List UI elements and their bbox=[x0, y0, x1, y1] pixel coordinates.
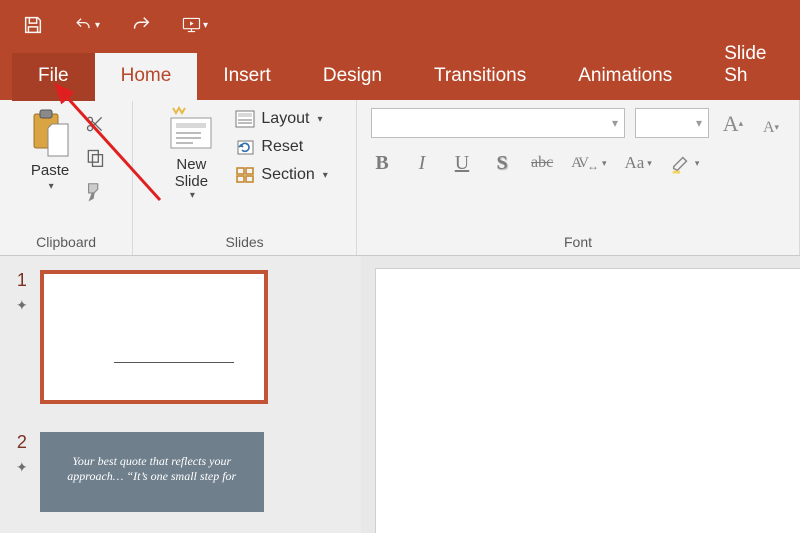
layout-label: Layout bbox=[261, 110, 309, 128]
animation-star-icon: ✦ bbox=[16, 297, 28, 314]
editor-area: 1 ✦ 2 ✦ Your best quote that reflects yo… bbox=[0, 256, 800, 533]
tab-insert[interactable]: Insert bbox=[197, 53, 297, 101]
chevron-down-icon: ▾ bbox=[49, 181, 54, 192]
layout-icon bbox=[235, 110, 255, 128]
change-case-button[interactable]: Aa▾ bbox=[624, 150, 651, 176]
tab-file[interactable]: File bbox=[12, 53, 95, 101]
chevron-down-icon: ▾ bbox=[647, 158, 652, 169]
chevron-down-icon: ▾ bbox=[602, 158, 607, 169]
italic-button[interactable]: I bbox=[411, 150, 433, 176]
redo-icon[interactable] bbox=[128, 12, 154, 38]
paste-label: Paste bbox=[31, 162, 69, 179]
thumbnail-row[interactable]: 1 ✦ bbox=[16, 270, 351, 404]
chevron-down-icon: ▾ bbox=[323, 170, 328, 181]
strikethrough-button[interactable]: abc bbox=[531, 150, 553, 176]
section-button[interactable]: Section ▾ bbox=[231, 164, 331, 186]
highlight-button[interactable]: ▾ bbox=[670, 150, 700, 176]
chevron-down-icon: ▾ bbox=[317, 114, 322, 125]
chevron-down-icon: ▾ bbox=[695, 158, 700, 169]
start-slideshow-icon[interactable]: ▾ bbox=[182, 12, 208, 38]
chevron-down-icon: ▾ bbox=[612, 116, 618, 130]
new-slide-button[interactable]: New Slide ▾ bbox=[157, 106, 225, 201]
section-icon bbox=[235, 166, 255, 184]
paintbrush-icon bbox=[84, 181, 106, 203]
scissors-icon bbox=[85, 114, 105, 134]
slide-thumbnail-1[interactable] bbox=[40, 270, 268, 404]
char-spacing-button[interactable]: AV ↔▾ bbox=[571, 150, 606, 176]
reset-button[interactable]: Reset bbox=[231, 136, 331, 158]
thumbnail-row[interactable]: 2 ✦ Your best quote that reflects your a… bbox=[16, 432, 351, 512]
layout-button[interactable]: Layout ▾ bbox=[231, 108, 331, 130]
group-label-clipboard: Clipboard bbox=[36, 232, 96, 253]
slide-thumbnails-panel[interactable]: 1 ✦ 2 ✦ Your best quote that reflects yo… bbox=[0, 256, 361, 533]
ribbon-tabs: File Home Insert Design Transitions Anim… bbox=[0, 50, 800, 100]
undo-icon[interactable]: ▾ bbox=[74, 12, 100, 38]
new-slide-label: New Slide bbox=[175, 156, 208, 190]
slide-thumbnail-2[interactable]: Your best quote that reflects your appro… bbox=[40, 432, 264, 512]
slide-number: 2 bbox=[17, 432, 27, 453]
group-label-slides: Slides bbox=[226, 232, 264, 253]
slide-canvas-area bbox=[361, 256, 800, 533]
slide-canvas[interactable] bbox=[375, 268, 800, 533]
tab-transitions[interactable]: Transitions bbox=[408, 53, 552, 101]
font-name-combo[interactable]: ▾ bbox=[371, 108, 625, 138]
group-slides: New Slide ▾ Layout ▾ Reset Section ▾ bbox=[133, 100, 357, 255]
format-painter-button[interactable] bbox=[80, 178, 110, 206]
chevron-down-icon: ▾ bbox=[696, 116, 702, 130]
tab-animations[interactable]: Animations bbox=[552, 53, 698, 101]
section-label: Section bbox=[261, 166, 314, 184]
quick-access-toolbar: ▾ ▾ bbox=[0, 0, 800, 50]
paste-button[interactable]: Paste ▾ bbox=[22, 106, 78, 194]
new-slide-icon bbox=[163, 106, 219, 156]
tab-home[interactable]: Home bbox=[95, 53, 198, 101]
title-placeholder-line bbox=[114, 362, 234, 363]
copy-icon bbox=[85, 148, 105, 168]
chevron-down-icon: ▾ bbox=[190, 190, 195, 201]
reset-label: Reset bbox=[261, 138, 303, 156]
bold-button[interactable]: B bbox=[371, 150, 393, 176]
highlighter-icon bbox=[670, 152, 692, 174]
group-label-font: Font bbox=[564, 232, 592, 253]
save-icon[interactable] bbox=[20, 12, 46, 38]
copy-button[interactable] bbox=[80, 144, 110, 172]
group-clipboard: Paste ▾ Clipboard bbox=[0, 100, 133, 255]
underline-button[interactable]: U bbox=[451, 150, 473, 176]
slide-number: 1 bbox=[17, 270, 27, 291]
tab-slideshow[interactable]: Slide Sh bbox=[698, 31, 800, 101]
increase-font-button[interactable]: A▴ bbox=[719, 109, 747, 137]
slide2-quote-text: Your best quote that reflects your appro… bbox=[67, 454, 236, 483]
tab-design[interactable]: Design bbox=[297, 53, 408, 101]
group-font: ▾ ▾ A▴ A▾ B I U S abc AV ↔▾ Aa▾ bbox=[357, 100, 800, 255]
ribbon-home: Paste ▾ Clipboard bbox=[0, 100, 800, 256]
decrease-font-button[interactable]: A▾ bbox=[757, 109, 785, 137]
animation-star-icon: ✦ bbox=[16, 459, 28, 476]
font-size-combo[interactable]: ▾ bbox=[635, 108, 709, 138]
text-shadow-button[interactable]: S bbox=[491, 150, 513, 176]
paste-icon bbox=[26, 108, 74, 160]
reset-icon bbox=[235, 138, 255, 156]
cut-button[interactable] bbox=[80, 110, 110, 138]
